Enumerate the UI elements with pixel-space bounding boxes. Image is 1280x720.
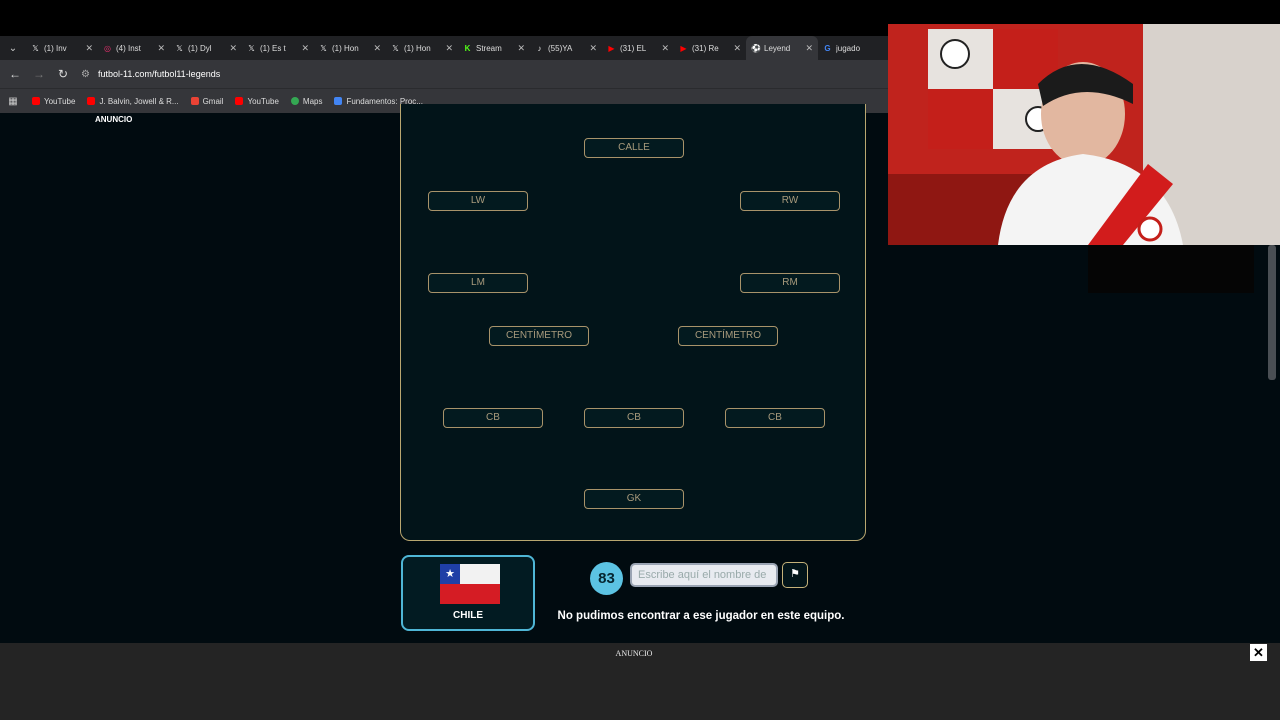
close-tab-icon[interactable]: ✕: [301, 43, 309, 54]
reload-icon[interactable]: ↻: [51, 67, 75, 81]
futbol11-icon: ⚽: [751, 43, 761, 53]
position-cb-left[interactable]: CB: [443, 408, 543, 428]
maps-icon: [290, 97, 299, 105]
browser-tab-active[interactable]: ⚽ Leyend ✕: [746, 36, 818, 60]
close-tab-icon[interactable]: ✕: [589, 43, 597, 54]
browser-tab[interactable]: K Stream ✕: [458, 36, 530, 60]
webcam-shadow: [1088, 245, 1254, 293]
bookmark-maps[interactable]: Maps: [290, 97, 322, 106]
browser-tab[interactable]: ♪ (55)YA ✕: [530, 36, 602, 60]
back-icon[interactable]: ←: [3, 67, 27, 81]
position-cb-right[interactable]: CB: [725, 408, 825, 428]
team-card: ★ CHILE: [401, 555, 535, 631]
position-lm[interactable]: LM: [428, 273, 528, 293]
close-tab-icon[interactable]: ✕: [517, 43, 525, 54]
gmail-icon: [190, 97, 199, 105]
position-gk[interactable]: GK: [584, 489, 684, 509]
kick-icon: K: [464, 43, 471, 53]
webcam-overlay: [888, 24, 1280, 245]
x-icon: 𝕏: [32, 43, 39, 53]
x-icon: 𝕏: [392, 43, 399, 53]
tab-search-icon[interactable]: ⌄: [0, 36, 26, 60]
close-tab-icon[interactable]: ✕: [373, 43, 381, 54]
browser-tab[interactable]: ▶ (31) EL ✕: [602, 36, 674, 60]
close-tab-icon[interactable]: ✕: [733, 43, 741, 54]
team-name: CHILE: [453, 610, 483, 621]
address-bar: ← → ↻ ⚙ futbol-11.com/futbol11-legends: [0, 60, 890, 88]
x-icon: 𝕏: [320, 43, 327, 53]
tab-strip: ⌄ 𝕏 (1) Inv ✕ ◎ (4) Inst ✕ 𝕏 (1) Dyl ✕ 𝕏 (1) Es…: [0, 36, 890, 60]
score-badge: 83: [590, 562, 623, 595]
youtube-icon: [32, 97, 40, 105]
position-st[interactable]: CALLE: [584, 138, 684, 158]
close-tab-icon[interactable]: ✕: [805, 43, 813, 54]
position-cm-right[interactable]: CENTÍMETRO: [678, 326, 778, 346]
close-tab-icon[interactable]: ✕: [661, 43, 669, 54]
formation-pitch: CALLE LW RW LM RM CENTÍMETRO CENTÍMETRO …: [400, 104, 866, 541]
ad-label-bottom: ANUNCIO: [615, 649, 653, 658]
browser-tab[interactable]: 𝕏 (1) Es t ✕: [242, 36, 314, 60]
position-cb-center[interactable]: CB: [584, 408, 684, 428]
youtube-icon: ▶: [608, 43, 615, 53]
flag-icon: ⚑: [790, 568, 800, 580]
drive-icon: [334, 97, 343, 105]
webcam-streamer-image: [888, 24, 1280, 245]
browser-tab[interactable]: 𝕏 (1) Inv ✕: [26, 36, 98, 60]
tiktok-icon: ♪: [537, 43, 542, 53]
position-cm-left[interactable]: CENTÍMETRO: [489, 326, 589, 346]
google-icon: G: [824, 43, 831, 53]
bookmark-gmail[interactable]: Gmail: [190, 97, 223, 106]
forward-icon[interactable]: →: [27, 67, 51, 81]
youtube-icon: [87, 97, 96, 105]
close-tab-icon[interactable]: ✕: [157, 43, 165, 54]
site-info-icon[interactable]: ⚙: [81, 69, 90, 80]
youtube-icon: ▶: [680, 43, 687, 53]
apps-grid-icon[interactable]: ▦: [0, 96, 26, 107]
browser-tab[interactable]: Gjugado: [818, 36, 890, 60]
browser-tab[interactable]: 𝕏 (1) Dyl ✕: [170, 36, 242, 60]
ad-close-button[interactable]: ✕: [1250, 644, 1267, 661]
youtube-icon: [235, 97, 244, 105]
bookmark-j-balvin[interactable]: J. Balvin, Jowell & R...: [87, 97, 179, 106]
ad-label-top: ANUNCIO: [95, 115, 133, 124]
close-tab-icon[interactable]: ✕: [229, 43, 237, 54]
bookmark-youtube[interactable]: YouTube: [32, 97, 75, 106]
feedback-message: No pudimos encontrar a ese jugador en es…: [557, 610, 845, 622]
close-tab-icon[interactable]: ✕: [445, 43, 453, 54]
instagram-icon: ◎: [104, 43, 111, 53]
browser-tab[interactable]: 𝕏 (1) Hon ✕: [314, 36, 386, 60]
url-field[interactable]: ⚙ futbol-11.com/futbol11-legends: [81, 69, 220, 80]
browser-tab[interactable]: ▶ (31) Re ✕: [674, 36, 746, 60]
close-tab-icon[interactable]: ✕: [85, 43, 93, 54]
position-rm[interactable]: RM: [740, 273, 840, 293]
player-search-input[interactable]: [630, 563, 778, 587]
position-lw[interactable]: LW: [428, 191, 528, 211]
give-up-flag-button[interactable]: ⚑: [782, 562, 808, 588]
bookmark-youtube-2[interactable]: YouTube: [235, 97, 279, 106]
browser-tab[interactable]: 𝕏 (1) Hon ✕: [386, 36, 458, 60]
bottom-ad-banner: ANUNCIO ✕: [0, 643, 1280, 720]
browser-tab[interactable]: ◎ (4) Inst ✕: [98, 36, 170, 60]
x-icon: 𝕏: [176, 43, 183, 53]
page-scrollbar[interactable]: [1268, 245, 1276, 380]
position-rw[interactable]: RW: [740, 191, 840, 211]
chile-flag-icon: ★: [440, 564, 500, 604]
x-icon: 𝕏: [248, 43, 255, 53]
